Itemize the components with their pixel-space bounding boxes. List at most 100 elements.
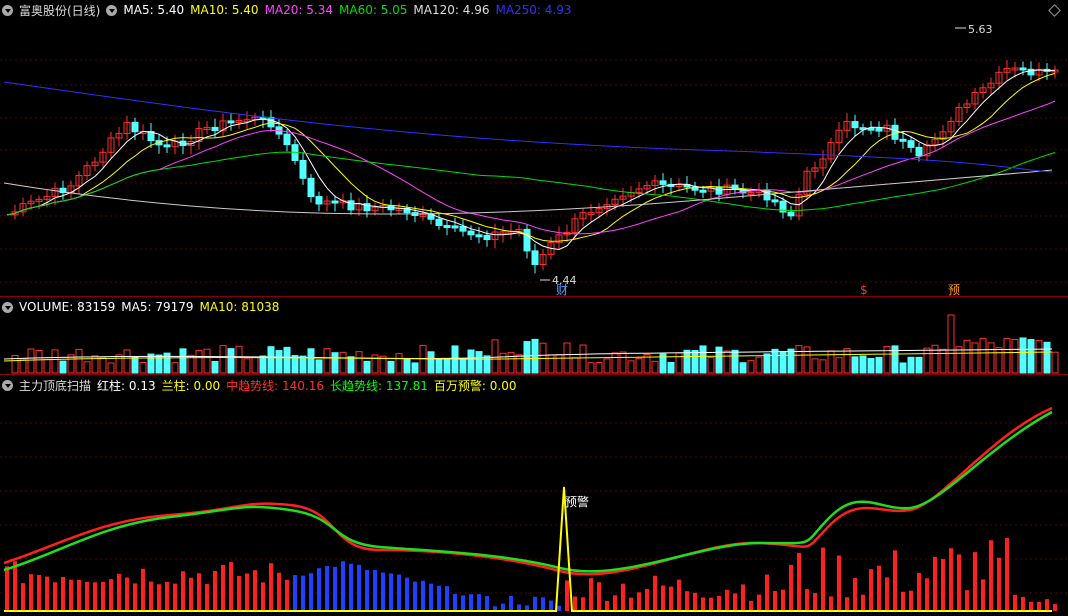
volume-bar <box>875 356 883 374</box>
volume-panel-header: VOLUME: 83159 MA5: 79179 MA10: 81038 <box>2 299 285 315</box>
volume-bar <box>907 356 915 374</box>
indicator-bar <box>5 566 9 611</box>
indicator-bar <box>973 552 977 611</box>
indicator-bar <box>645 588 649 611</box>
indicator-bar <box>437 585 441 611</box>
volume-bar <box>491 339 499 374</box>
candle-body <box>475 234 483 238</box>
indicator-bar <box>933 556 937 611</box>
volume-ma5-value: MA5: 79179 <box>121 300 194 314</box>
indicator-bar <box>93 582 97 611</box>
price-panel[interactable]: 富奥股份(日线) MA5: 5.40 MA10: 5.40 MA20: 5.34… <box>0 0 1068 296</box>
price-panel-header: 富奥股份(日线) MA5: 5.40 MA10: 5.40 MA20: 5.34… <box>2 2 578 18</box>
volume-bar <box>35 350 43 374</box>
volume-bar <box>827 350 835 374</box>
candle-body <box>523 228 531 252</box>
indicator-bar <box>1037 601 1041 611</box>
volume-bar <box>1051 351 1059 374</box>
indicator-bar <box>101 581 105 611</box>
indicator-bar <box>877 565 881 611</box>
indicator-bar <box>69 579 73 611</box>
volume-bar <box>811 358 819 374</box>
candle-body <box>483 234 491 241</box>
volume-bar <box>307 348 315 374</box>
volume-bar <box>75 348 83 374</box>
indicator-bar <box>957 554 961 611</box>
candle-body <box>715 186 723 195</box>
indicator-bar <box>333 566 337 611</box>
volume-bar <box>579 344 587 374</box>
indicator-bar <box>189 577 193 611</box>
indicator-chart[interactable]: 预警 <box>0 375 1068 616</box>
volume-bar <box>139 361 147 374</box>
candle-body <box>299 159 307 179</box>
indicator-bar <box>397 574 401 611</box>
volume-bar <box>523 341 531 374</box>
volume-bar <box>467 349 475 374</box>
indicator-bar <box>549 600 553 611</box>
ma-settings-dropdown-icon[interactable] <box>106 4 118 16</box>
indicator-bar <box>77 579 81 611</box>
indicator-bar <box>821 547 825 611</box>
indicator-bar <box>509 595 513 611</box>
volume-bar <box>603 358 611 374</box>
indicator-bar <box>301 575 305 611</box>
indicator-bar <box>325 566 329 611</box>
volume-bar <box>99 357 107 374</box>
indicator-bar <box>205 584 209 611</box>
volume-bar <box>363 360 371 374</box>
volume-bar <box>483 355 491 374</box>
indicator-bar <box>541 597 545 611</box>
indicator-bar <box>1005 537 1009 611</box>
volume-bar <box>931 344 939 374</box>
indicator-bar <box>581 597 585 611</box>
indicator-menu-dropdown-icon[interactable] <box>2 379 13 391</box>
panel-menu-dropdown-icon[interactable] <box>2 4 13 16</box>
candlestick-chart[interactable]: 5.634.44财 $ 预 <box>0 0 1068 296</box>
volume-bar <box>835 357 843 374</box>
indicator-bar <box>613 595 617 611</box>
indicator-bar <box>981 579 985 611</box>
candle-body <box>787 211 795 217</box>
indicator-bar <box>149 581 153 611</box>
volume-bar <box>891 345 899 374</box>
indicator-bar <box>117 573 121 611</box>
indicator-bar <box>141 568 145 611</box>
volume-menu-dropdown-icon[interactable] <box>2 301 13 313</box>
indicator-bar <box>893 550 897 611</box>
candle-body <box>899 138 907 142</box>
indicator-bar <box>997 557 1001 611</box>
indicator-bar <box>949 548 953 611</box>
volume-panel[interactable]: VOLUME: 83159 MA5: 79179 MA10: 81038 <box>0 297 1068 374</box>
indicator-bar <box>621 583 625 611</box>
volume-bar <box>331 352 339 374</box>
candle-body <box>211 126 219 132</box>
volume-bar <box>59 360 67 374</box>
million-alert-value: 百万预警: 0.00 <box>433 378 517 393</box>
candle-body <box>331 200 339 204</box>
long-trend-value: 长趋势线: 137.81 <box>330 378 428 393</box>
volume-bar <box>619 351 627 374</box>
volume-bar <box>987 342 995 374</box>
candle-body <box>659 180 667 185</box>
indicator-bar <box>381 572 385 611</box>
indicator-bar <box>453 593 457 611</box>
indicator-bar <box>765 574 769 611</box>
indicator-bar <box>37 574 41 611</box>
indicator-panel[interactable]: 主力顶底扫描 红柱: 0.13 兰柱: 0.00 中趋势线: 140.16 长趋… <box>0 375 1068 616</box>
indicator-bar <box>485 596 489 611</box>
indicator-bar <box>373 570 377 611</box>
indicator-bar <box>461 595 465 611</box>
volume-bar <box>411 362 419 374</box>
candle-body <box>451 225 459 229</box>
volume-bar <box>83 361 91 374</box>
volume-bar <box>763 353 771 374</box>
indicator-bar <box>317 568 321 611</box>
indicator-bar <box>797 552 801 611</box>
alert-label: 预警 <box>565 494 589 509</box>
volume-bar <box>267 346 275 374</box>
stock-title: 富奥股份(日线) <box>19 3 101 18</box>
indicator-bar <box>725 589 729 611</box>
volume-bar <box>283 346 291 374</box>
indicator-bar <box>1021 596 1025 611</box>
